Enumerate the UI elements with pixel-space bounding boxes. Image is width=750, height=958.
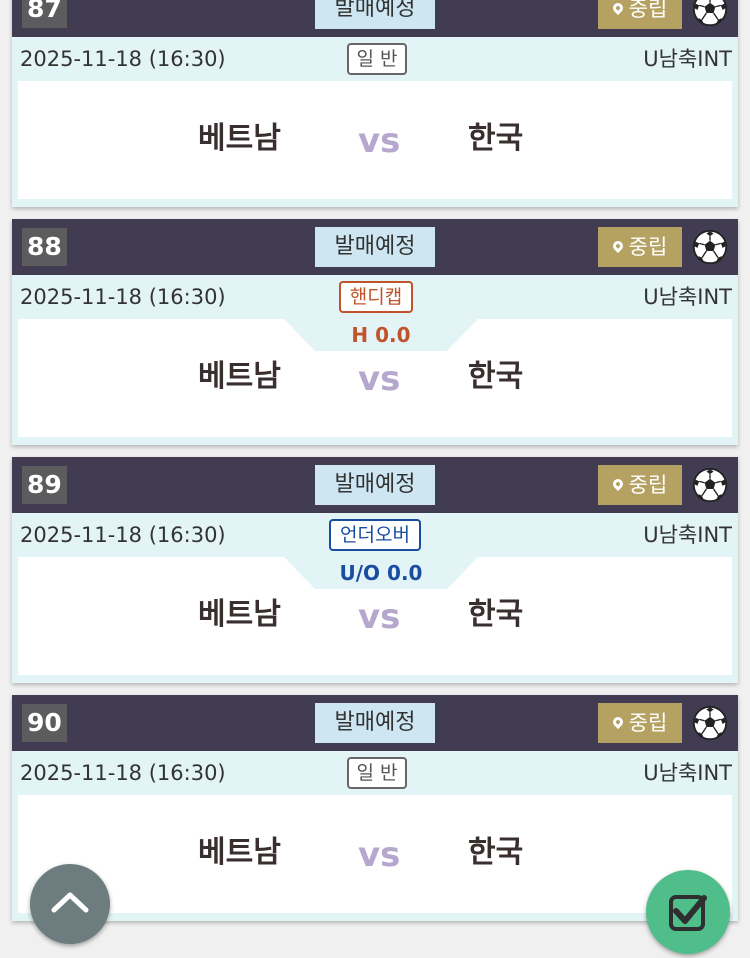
betting-line: H 0.0 xyxy=(284,319,478,351)
home-team: 베트남 xyxy=(198,121,281,156)
home-team: 베트남 xyxy=(198,597,281,632)
home-team: 베트남 xyxy=(198,835,281,870)
map-pin-icon xyxy=(610,714,625,730)
map-pin-icon xyxy=(610,476,625,492)
venue-label: 중립 xyxy=(628,235,668,259)
away-team: 한국 xyxy=(468,121,524,156)
away-team: 한국 xyxy=(468,359,524,394)
game-type-badge: 일 반 xyxy=(347,43,407,75)
away-team: 한국 xyxy=(468,835,524,870)
match-area[interactable]: 베트남 vs 한국 xyxy=(18,795,732,913)
league-name: U남축INT xyxy=(643,285,732,309)
game-type-badge: 핸디캡 xyxy=(339,281,413,313)
game-card[interactable]: 90 발매예정 중립 2025-11-18 (16:30) 일 반 U남축INT 베트남 vs… xyxy=(12,695,738,921)
venue-label: 중립 xyxy=(628,0,668,21)
league-name: U남축INT xyxy=(643,523,732,547)
game-number: 88 xyxy=(22,228,67,266)
game-header: 87 발매예정 중립 xyxy=(12,0,738,37)
match-area[interactable]: H 0.0 베트남 vs 한국 xyxy=(18,319,732,437)
game-header: 88 발매예정 중립 xyxy=(12,219,738,275)
soccer-ball-icon xyxy=(692,0,728,27)
game-info-row: 2025-11-18 (16:30) 일 반 U남축INT xyxy=(12,751,738,795)
game-card[interactable]: 88 발매예정 중립 2025-11-18 (16:30) 핸디캡 U남축INT H 0.0… xyxy=(12,219,738,445)
game-header: 90 발매예정 중립 xyxy=(12,695,738,751)
vs-label: vs xyxy=(358,597,401,637)
betting-line: U/O 0.0 xyxy=(284,557,478,589)
game-info-row: 2025-11-18 (16:30) 핸디캡 U남축INT xyxy=(12,275,738,319)
checkbox-check-icon xyxy=(669,895,707,931)
home-team: 베트남 xyxy=(198,359,281,394)
selection-check-button[interactable] xyxy=(646,870,730,954)
sale-status-badge: 발매예정 xyxy=(315,0,435,29)
vs-label: vs xyxy=(358,121,401,161)
game-number: 87 xyxy=(22,0,67,28)
venue-badge: 중립 xyxy=(598,227,682,267)
soccer-ball-icon xyxy=(692,229,728,265)
game-card[interactable]: 89 발매예정 중립 2025-11-18 (16:30) 언더오버 U남축INT U/O … xyxy=(12,457,738,683)
league-name: U남축INT xyxy=(643,47,732,71)
away-team: 한국 xyxy=(468,597,524,632)
sale-status-badge: 발매예정 xyxy=(315,227,435,267)
game-datetime: 2025-11-18 (16:30) xyxy=(20,761,226,785)
game-info-row: 2025-11-18 (16:30) 일 반 U남축INT xyxy=(12,37,738,81)
venue-badge: 중립 xyxy=(598,465,682,505)
game-type-badge: 언더오버 xyxy=(329,519,421,551)
sale-status-badge: 발매예정 xyxy=(315,465,435,505)
sale-status-badge: 발매예정 xyxy=(315,703,435,743)
venue-label: 중립 xyxy=(628,473,668,497)
game-info-row: 2025-11-18 (16:30) 언더오버 U남축INT xyxy=(12,513,738,557)
venue-badge: 중립 xyxy=(598,703,682,743)
game-list: 87 발매예정 중립 2025-11-18 (16:30) 일 반 U남축INT 베트남 vs… xyxy=(0,0,750,933)
chevron-up-icon xyxy=(51,892,89,913)
map-pin-icon xyxy=(610,0,625,16)
game-datetime: 2025-11-18 (16:30) xyxy=(20,47,226,71)
game-header: 89 발매예정 중립 xyxy=(12,457,738,513)
match-area[interactable]: 베트남 vs 한국 xyxy=(18,81,732,199)
scroll-top-button[interactable] xyxy=(30,864,110,944)
game-card[interactable]: 87 발매예정 중립 2025-11-18 (16:30) 일 반 U남축INT 베트남 vs… xyxy=(12,0,738,207)
vs-label: vs xyxy=(358,835,401,875)
map-pin-icon xyxy=(610,238,625,254)
game-number: 90 xyxy=(22,704,67,742)
venue-label: 중립 xyxy=(628,711,668,735)
soccer-ball-icon xyxy=(692,705,728,741)
league-name: U남축INT xyxy=(643,761,732,785)
soccer-ball-icon xyxy=(692,467,728,503)
game-datetime: 2025-11-18 (16:30) xyxy=(20,523,226,547)
game-number: 89 xyxy=(22,466,67,504)
game-datetime: 2025-11-18 (16:30) xyxy=(20,285,226,309)
game-type-badge: 일 반 xyxy=(347,757,407,789)
venue-badge: 중립 xyxy=(598,0,682,29)
match-area[interactable]: U/O 0.0 베트남 vs 한국 xyxy=(18,557,732,675)
vs-label: vs xyxy=(358,359,401,399)
